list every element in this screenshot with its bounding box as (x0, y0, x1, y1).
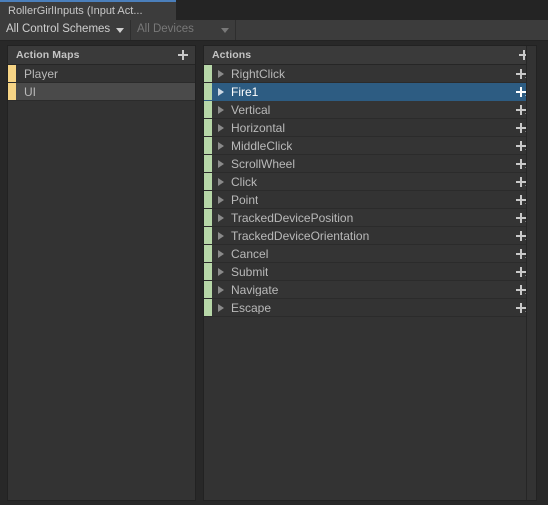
action-label: Fire1 (231, 85, 259, 98)
action-row[interactable]: Submit (204, 263, 536, 281)
action-label: TrackedDevicePosition (231, 211, 354, 224)
add-action-map-button[interactable] (175, 47, 191, 63)
plus-icon (520, 122, 522, 133)
action-row[interactable]: ScrollWheel (204, 155, 536, 173)
triangle-right-icon[interactable] (218, 159, 224, 168)
action-accent-bar (204, 245, 212, 262)
action-accent-bar (204, 191, 212, 208)
action-label: ScrollWheel (231, 157, 296, 170)
triangle-right-icon[interactable] (218, 105, 224, 114)
triangle-right-icon[interactable] (218, 141, 224, 150)
triangle-right-icon[interactable] (218, 177, 224, 186)
plus-icon (520, 212, 522, 223)
chevron-down-icon (221, 27, 229, 33)
triangle-right-icon[interactable] (218, 195, 224, 204)
action-label: Submit (231, 265, 269, 278)
actions-panel: Actions RightClick Fire1 Vertical Horizonta… (203, 45, 537, 501)
action-map-label: UI (24, 85, 36, 98)
action-accent-bar (204, 101, 212, 118)
action-maps-list: Player UI (8, 65, 195, 101)
devices-dropdown[interactable]: All Devices (131, 20, 236, 40)
control-schemes-dropdown[interactable]: All Control Schemes (0, 20, 131, 40)
action-row[interactable]: Fire1 (204, 83, 536, 101)
action-row[interactable]: Navigate (204, 281, 536, 299)
action-accent-bar (204, 173, 212, 190)
action-accent-bar (204, 209, 212, 226)
action-row[interactable]: Horizontal (204, 119, 536, 137)
action-row[interactable]: Vertical (204, 101, 536, 119)
tab-input-actions-asset[interactable]: RollerGirlInputs (Input Act... (0, 0, 176, 20)
action-row[interactable]: Point (204, 191, 536, 209)
action-maps-panel: Action Maps Player UI (7, 45, 196, 501)
action-map-accent-bar (8, 83, 16, 100)
action-label: Escape (231, 301, 272, 314)
action-map-row[interactable]: Player (8, 65, 195, 83)
triangle-right-icon[interactable] (218, 87, 224, 96)
action-label: MiddleClick (231, 139, 293, 152)
plus-icon (520, 104, 522, 115)
action-accent-bar (204, 299, 212, 316)
control-schemes-label: All Control Schemes (6, 23, 111, 36)
tab-label: RollerGirlInputs (Input Act... (8, 4, 143, 17)
plus-icon (520, 176, 522, 187)
actions-title: Actions (212, 48, 252, 61)
action-row[interactable]: TrackedDeviceOrientation (204, 227, 536, 245)
plus-icon (520, 248, 522, 259)
toolbar: All Control Schemes All Devices (0, 20, 548, 41)
work-area: Action Maps Player UI Actions RightClick F… (0, 41, 548, 505)
plus-icon (520, 230, 522, 241)
action-label: Navigate (231, 283, 279, 296)
triangle-right-icon[interactable] (218, 249, 224, 258)
action-map-row[interactable]: UI (8, 83, 195, 101)
action-label: Vertical (231, 103, 271, 116)
action-accent-bar (204, 155, 212, 172)
triangle-right-icon[interactable] (218, 285, 224, 294)
action-accent-bar (204, 281, 212, 298)
triangle-right-icon[interactable] (218, 231, 224, 240)
plus-icon (520, 158, 522, 169)
action-map-accent-bar (8, 65, 16, 82)
action-label: Horizontal (231, 121, 286, 134)
action-accent-bar (204, 119, 212, 136)
plus-icon (520, 86, 522, 97)
plus-icon (520, 302, 522, 313)
action-row[interactable]: RightClick (204, 65, 536, 83)
plus-icon (520, 284, 522, 295)
plus-icon (520, 194, 522, 205)
action-map-label: Player (24, 67, 59, 80)
input-actions-editor-window: RollerGirlInputs (Input Act... All Contr… (0, 0, 548, 505)
action-row[interactable]: Cancel (204, 245, 536, 263)
actions-list: RightClick Fire1 Vertical Horizontal MiddleC… (204, 65, 536, 317)
action-row[interactable]: MiddleClick (204, 137, 536, 155)
action-accent-bar (204, 263, 212, 280)
plus-icon (520, 68, 522, 79)
triangle-right-icon[interactable] (218, 303, 224, 312)
triangle-right-icon[interactable] (218, 69, 224, 78)
triangle-right-icon[interactable] (218, 123, 224, 132)
actions-scrollbar[interactable] (526, 46, 536, 500)
plus-icon (520, 266, 522, 277)
action-label: Point (231, 193, 259, 206)
action-maps-header: Action Maps (8, 46, 195, 65)
chevron-down-icon (116, 27, 125, 33)
devices-label: All Devices (137, 23, 194, 36)
action-row[interactable]: Click (204, 173, 536, 191)
action-label: Click (231, 175, 257, 188)
action-accent-bar (204, 227, 212, 244)
triangle-right-icon[interactable] (218, 213, 224, 222)
action-accent-bar (204, 137, 212, 154)
plus-icon (520, 140, 522, 151)
action-label: TrackedDeviceOrientation (231, 229, 370, 242)
action-label: Cancel (231, 247, 269, 260)
action-accent-bar (204, 83, 212, 100)
actions-header: Actions (204, 46, 536, 65)
action-accent-bar (204, 65, 212, 82)
action-label: RightClick (231, 67, 286, 80)
action-row[interactable]: TrackedDevicePosition (204, 209, 536, 227)
tab-bar: RollerGirlInputs (Input Act... (0, 0, 548, 20)
action-maps-title: Action Maps (16, 48, 80, 61)
action-row[interactable]: Escape (204, 299, 536, 317)
triangle-right-icon[interactable] (218, 267, 224, 276)
